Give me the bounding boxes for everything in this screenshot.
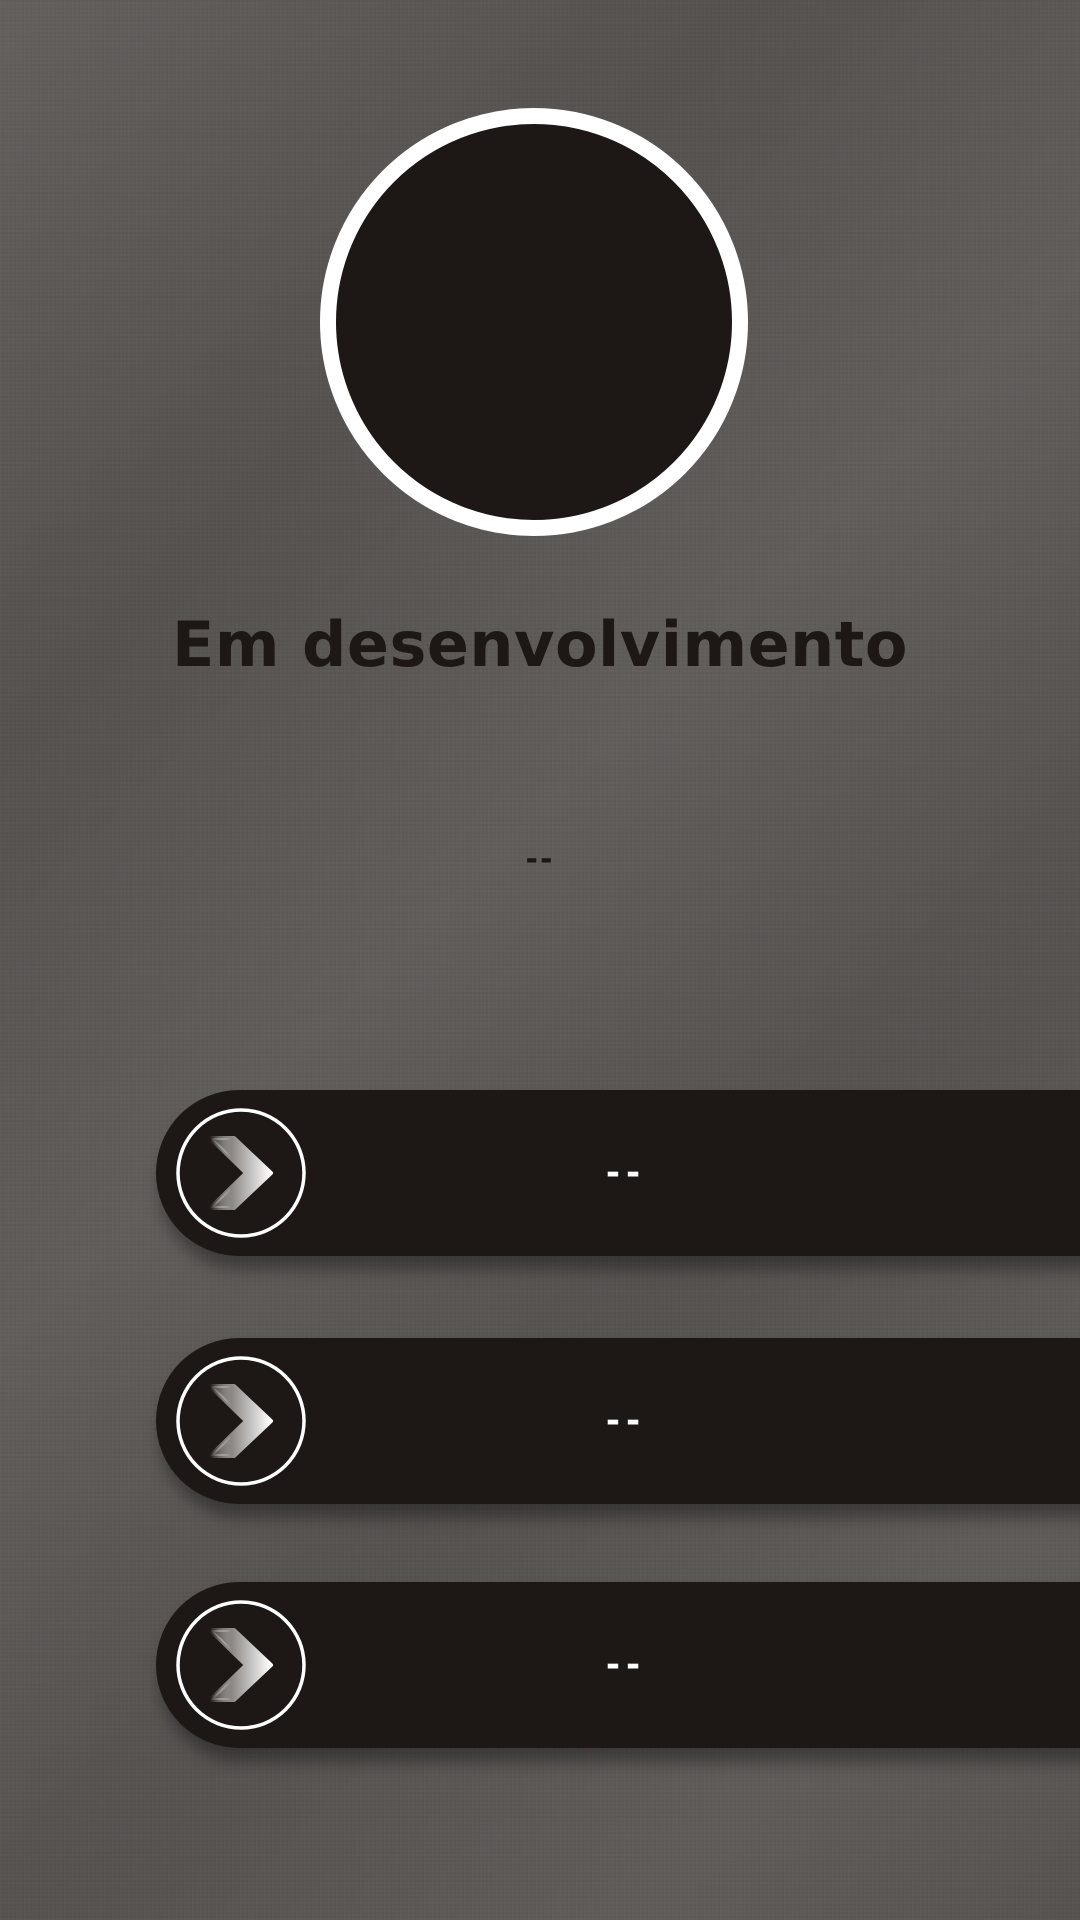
chevron-right-icon xyxy=(176,1356,306,1486)
page-title: Em desenvolvimento xyxy=(171,608,909,681)
menu-button-2[interactable]: -- xyxy=(156,1338,1080,1504)
avatar xyxy=(320,108,748,536)
menu-button-1-label: -- xyxy=(605,1153,647,1193)
status-subtitle: -- xyxy=(525,842,555,877)
chevron-right-icon xyxy=(176,1600,306,1730)
menu-button-2-label: -- xyxy=(605,1401,647,1441)
chevron-right-icon xyxy=(176,1108,306,1238)
menu-button-3-label: -- xyxy=(605,1645,647,1685)
menu-button-3[interactable]: -- xyxy=(156,1582,1080,1748)
menu-button-1[interactable]: -- xyxy=(156,1090,1080,1256)
